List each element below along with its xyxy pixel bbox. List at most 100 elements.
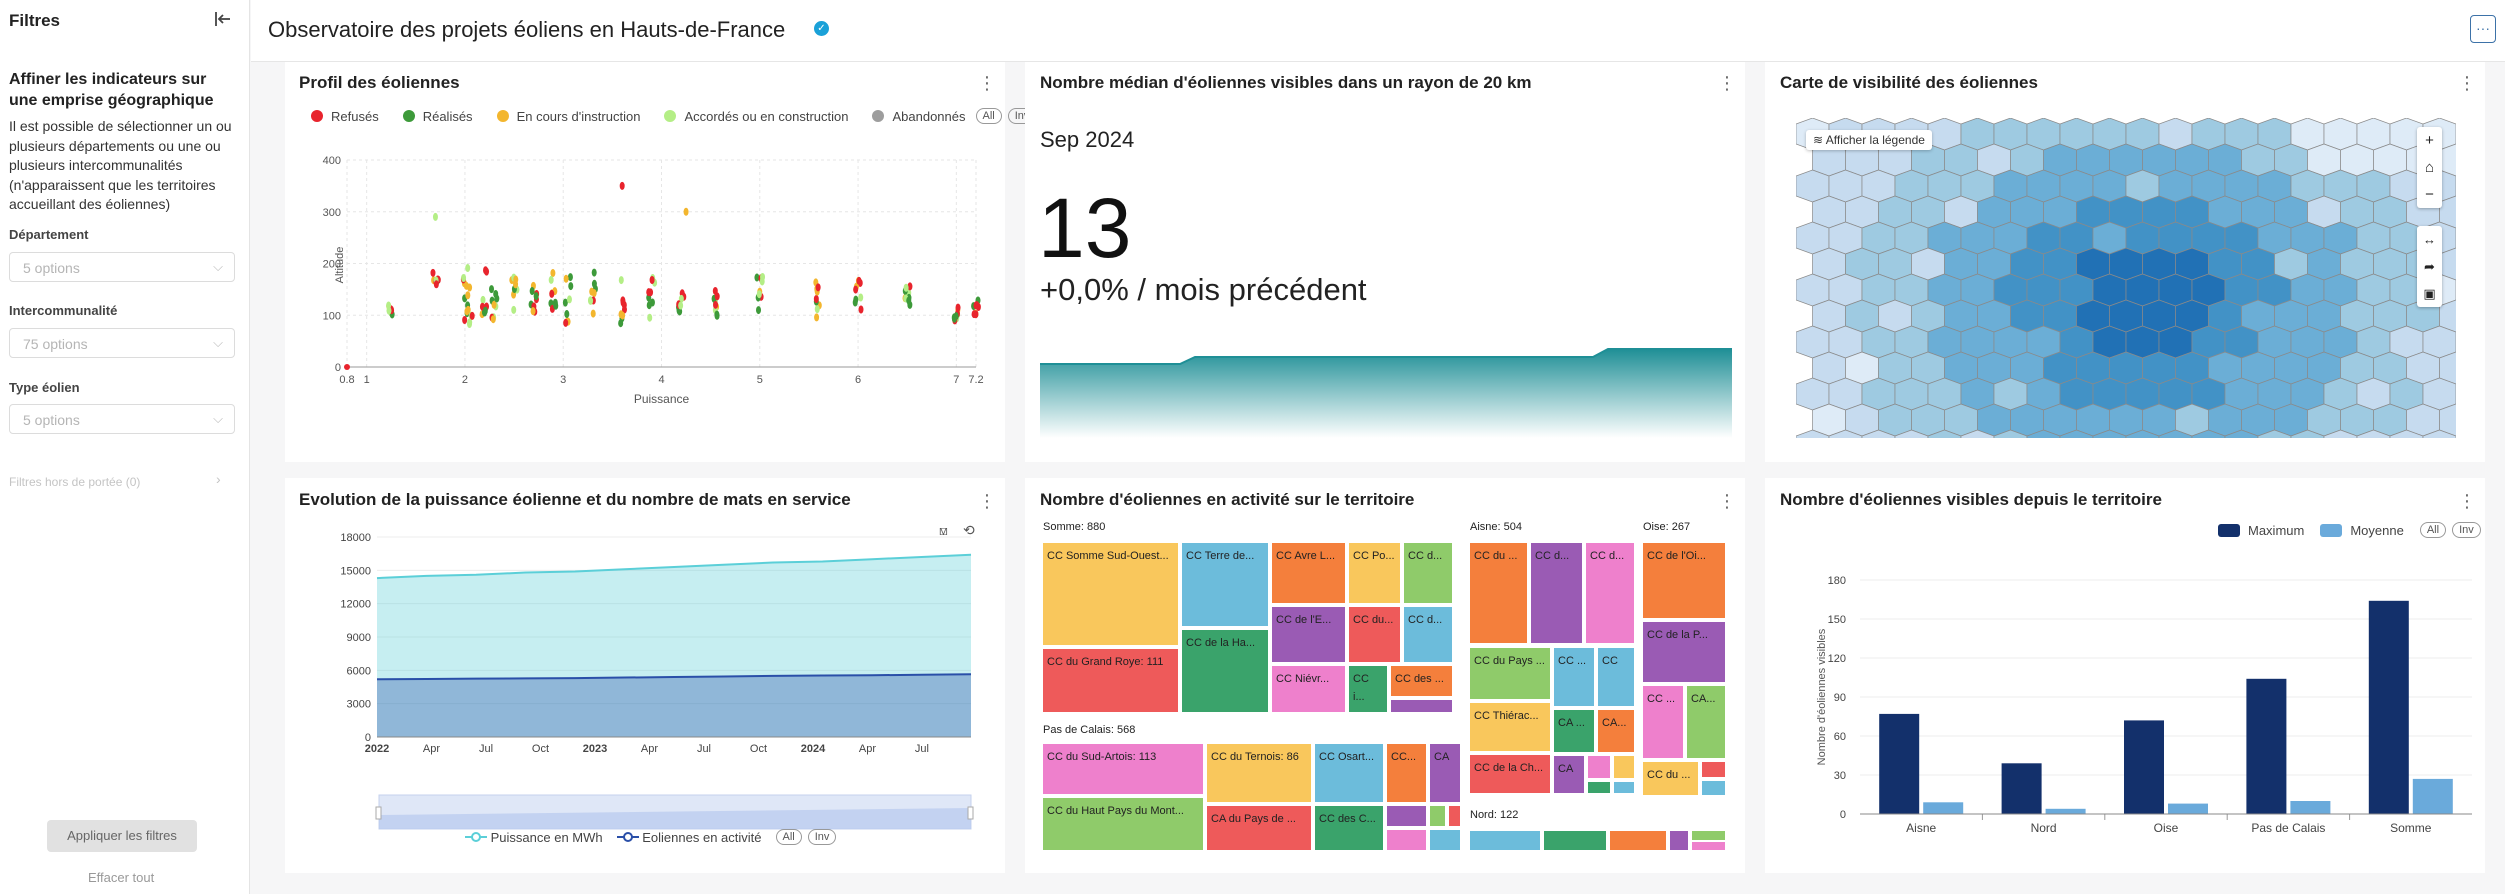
treemap-tile[interactable] [1588, 782, 1610, 793]
treemap-tile[interactable] [1692, 842, 1725, 850]
treemap-tile[interactable] [1430, 830, 1460, 850]
zoom-out-icon[interactable]: − [2417, 181, 2442, 208]
treemap-tile[interactable] [1449, 806, 1460, 826]
treemap-tile[interactable]: CC d... [1586, 543, 1634, 643]
share-icon[interactable]: ➦ [2417, 253, 2442, 280]
treemap-tile[interactable]: CC du Pays ... [1470, 648, 1550, 699]
treemap-tile[interactable]: CC du ... [1470, 543, 1527, 643]
measure-icon[interactable]: ↔ [2417, 226, 2442, 253]
image-icon[interactable]: ▣ [2417, 280, 2442, 307]
apply-filters-button[interactable]: Appliquer les filtres [47, 820, 197, 852]
treemap-tile[interactable]: CC Po... [1349, 543, 1400, 603]
legend-item[interactable]: Maximum [2218, 523, 2304, 538]
treemap-tile[interactable]: CC Terre de... [1182, 543, 1268, 626]
treemap-tile[interactable] [1614, 756, 1634, 778]
treemap-tile[interactable]: CC d... [1404, 543, 1452, 603]
treemap-tile[interactable] [1387, 806, 1426, 826]
kpi-menu-icon[interactable]: ⋮ [1718, 74, 1736, 92]
treemap-tile[interactable]: CC Somme Sud-Ouest... [1043, 543, 1178, 645]
legend-all-toggle[interactable]: All [775, 829, 802, 845]
treemap-tile[interactable]: CC du Ternois: 86 [1207, 744, 1311, 802]
treemap-tile[interactable]: CC des ... [1391, 666, 1452, 696]
treemap-tile[interactable]: CC du ... [1643, 762, 1698, 795]
treemap-tile[interactable]: CC... [1387, 744, 1426, 802]
treemap-tile[interactable]: CC Avre L... [1272, 543, 1345, 603]
treemap-tile[interactable]: CC du Sud-Artois: 113 [1043, 744, 1203, 794]
treemap-tile[interactable]: CC d... [1531, 543, 1582, 643]
legend-item[interactable]: Puissance en MWh [465, 830, 603, 845]
treemap-tile[interactable] [1614, 782, 1634, 793]
treemap-tile[interactable]: CC de la Ch... [1470, 755, 1550, 793]
treemap-tile[interactable] [1470, 831, 1540, 850]
treemap-tile[interactable]: CC d... [1404, 607, 1452, 662]
bar-chart[interactable]: 0 30 60 90 120 150 180 Nombre d'éoliennes visib… [1780, 555, 2480, 850]
area-chart[interactable]: 03000600090001200015000180002022 Apr Jul Oc… [299, 525, 999, 850]
scatter-point [529, 287, 535, 296]
treemap-tile[interactable]: CC de l'Oi... [1643, 543, 1725, 618]
map-commune [2076, 403, 2110, 437]
treemap-tile[interactable]: CA... [1687, 686, 1725, 758]
legend-item[interactable]: Refusés [311, 109, 379, 124]
chevron-right-icon[interactable]: › [216, 471, 221, 487]
treemap-tile[interactable]: CC de la P... [1643, 622, 1725, 682]
home-icon[interactable]: ⌂ [2417, 154, 2442, 181]
legend-all-toggle[interactable]: All [975, 108, 1002, 124]
treemap-tile[interactable]: CC de l'E... [1272, 607, 1345, 662]
treemap-tile[interactable] [1430, 806, 1445, 826]
treemap-tile[interactable]: CA ... [1554, 710, 1594, 752]
map-commune [2422, 325, 2456, 359]
treemap-tile[interactable]: CC des C... [1315, 806, 1383, 850]
scatter-chart[interactable]: 01002003004000.8 1 2 3 4 5 6 7 7.2PuissanceAltit… [299, 145, 999, 415]
treemap-tile[interactable]: CC ... [1554, 648, 1594, 706]
show-legend-button[interactable]: ≋ Afficher la légende [1806, 130, 1932, 150]
legend-invert-toggle[interactable]: Inv [2452, 522, 2481, 538]
treemap-tile[interactable]: CA... [1598, 710, 1634, 752]
treemap-chart[interactable]: Somme: 880 Aisne: 504 Oise: 267 Pas de Cala… [1040, 518, 1732, 850]
departement-select[interactable]: 5 options ⌵ [9, 252, 235, 282]
legend-item[interactable]: Abandonnés [872, 109, 966, 124]
treemap-tile[interactable] [1692, 831, 1725, 840]
treemap-tile[interactable] [1387, 830, 1426, 850]
treemap-menu-icon[interactable]: ⋮ [1718, 492, 1736, 510]
treemap-tile[interactable] [1544, 831, 1606, 850]
legend-item[interactable]: Accordés ou en construction [664, 109, 848, 124]
treemap-tile[interactable]: CC du Grand Roye: 111 [1043, 649, 1178, 712]
intercommunalite-select[interactable]: 75 options ⌵ [9, 328, 235, 358]
more-options-button[interactable]: ··· [2470, 15, 2496, 43]
treemap-tile[interactable] [1610, 831, 1666, 850]
treemap-tile[interactable] [1391, 700, 1452, 712]
treemap-tile[interactable]: CC [1598, 648, 1634, 706]
treemap-tile[interactable]: CC de la Ha... [1182, 630, 1268, 712]
treemap-tile[interactable] [1588, 756, 1610, 778]
legend-invert-toggle[interactable]: Inv [807, 829, 837, 845]
bars-menu-icon[interactable]: ⋮ [2458, 492, 2476, 510]
map-commune [2142, 247, 2176, 281]
treemap-tile[interactable]: CC du Haut Pays du Mont... [1043, 798, 1203, 850]
treemap-tile[interactable]: CC ... [1643, 686, 1683, 758]
area-menu-icon[interactable]: ⋮ [978, 492, 996, 510]
treemap-tile[interactable] [1702, 781, 1725, 795]
collapse-left-icon[interactable] [212, 9, 232, 35]
treemap-tile[interactable]: CC i... [1349, 666, 1387, 712]
map-menu-icon[interactable]: ⋮ [2458, 74, 2476, 92]
treemap-tile[interactable]: CC Osart... [1315, 744, 1383, 802]
treemap-tile[interactable] [1702, 762, 1725, 777]
treemap-tile[interactable]: CA [1554, 756, 1584, 793]
scatter-menu-icon[interactable]: ⋮ [978, 74, 996, 92]
visibility-map[interactable] [1796, 118, 2456, 438]
type-eolien-select[interactable]: 5 options ⌵ [9, 404, 235, 434]
legend-item[interactable]: Eoliennes en activité [616, 830, 762, 845]
legend-item[interactable]: En cours d'instruction [496, 109, 640, 124]
treemap-tile[interactable]: CA du Pays de ... [1207, 806, 1311, 850]
clear-all-button[interactable]: Effacer tout [88, 870, 154, 885]
treemap-tile[interactable] [1670, 831, 1688, 850]
out-of-scope-filters[interactable]: Filtres hors de portée (0) [9, 475, 140, 489]
treemap-tile[interactable]: CC Thiérac... [1470, 703, 1550, 751]
treemap-tile[interactable]: CA [1430, 744, 1460, 802]
treemap-tile[interactable]: CC du... [1349, 607, 1400, 662]
legend-all-toggle[interactable]: All [2419, 522, 2447, 538]
legend-item[interactable]: Réalisés [402, 109, 473, 124]
zoom-in-icon[interactable]: + [2417, 127, 2442, 154]
treemap-tile[interactable]: CC Niévr... [1272, 666, 1345, 712]
legend-item[interactable]: Moyenne [2320, 523, 2404, 538]
